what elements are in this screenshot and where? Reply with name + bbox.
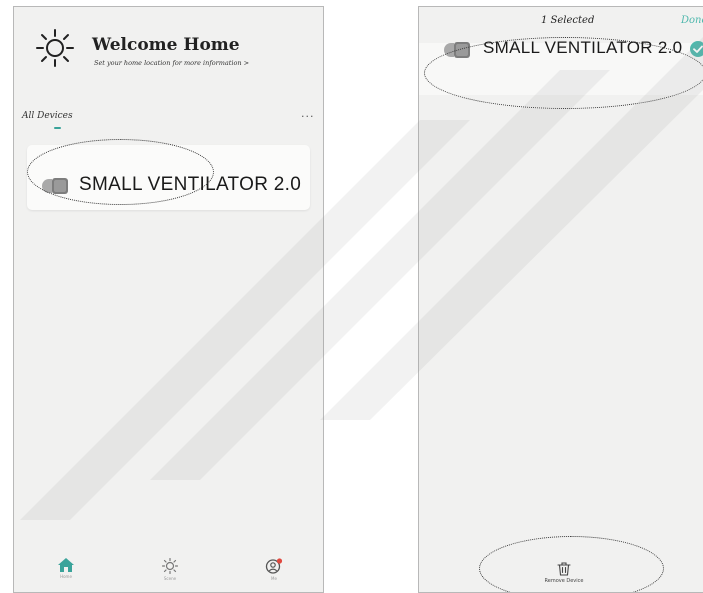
done-button[interactable]: Done xyxy=(681,15,703,26)
home-icon xyxy=(58,558,74,572)
selected-check-icon[interactable] xyxy=(690,41,703,57)
tab-scene-label: Scene xyxy=(163,576,177,581)
tab-me-label: Me xyxy=(271,576,277,581)
active-tab-indicator xyxy=(54,127,61,129)
tab-home[interactable]: Home xyxy=(41,558,91,590)
highlight-ellipse xyxy=(27,139,214,205)
tab-home-label: Home xyxy=(60,574,72,579)
bottom-tab-bar: Home Scene Me xyxy=(14,552,323,592)
notification-badge xyxy=(276,558,283,564)
page-title: Welcome Home xyxy=(92,35,240,55)
set-location-link[interactable]: Set your home location for more informat… xyxy=(94,59,249,67)
highlight-ellipse xyxy=(424,37,703,109)
device-edit-screen: 1 Selected Done SMALL VENTILATOR 2.0 Rem… xyxy=(418,6,703,593)
tab-all-devices[interactable]: All Devices xyxy=(22,111,73,121)
tab-scene[interactable]: Scene xyxy=(145,558,195,590)
selection-count: 1 Selected xyxy=(541,15,595,26)
profile-icon xyxy=(265,558,283,574)
more-options-icon[interactable]: ... xyxy=(301,107,315,120)
device-list-screen: Welcome Home Set your home location for … xyxy=(13,6,324,593)
tab-me[interactable]: Me xyxy=(249,558,299,590)
sun-icon xyxy=(36,29,74,67)
scene-icon xyxy=(162,558,178,574)
highlight-ellipse xyxy=(479,536,664,592)
